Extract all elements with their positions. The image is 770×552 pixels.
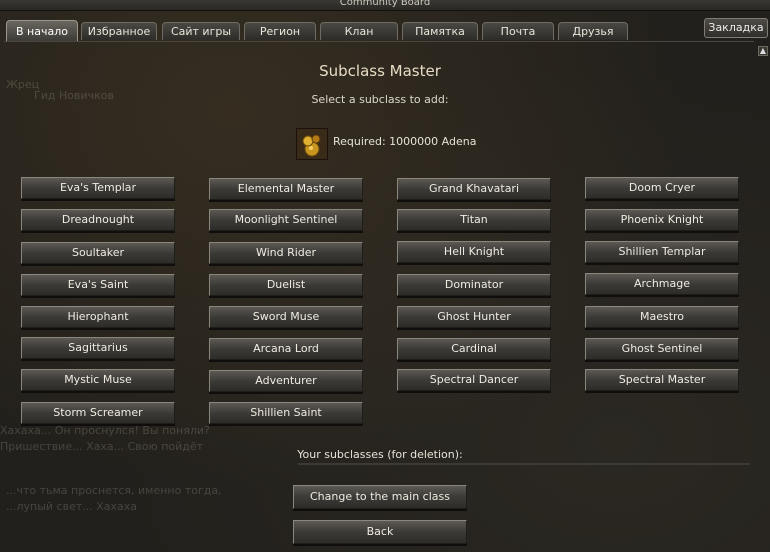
tab-region[interactable]: Регион — [244, 22, 316, 40]
subclass-button[interactable]: Shillien Saint — [209, 402, 363, 424]
title-bar[interactable]: Community Board — [0, 0, 770, 11]
tab-game-site[interactable]: Сайт игры — [162, 22, 240, 40]
subclass-button[interactable]: Adventurer — [209, 370, 363, 392]
subclass-button[interactable]: Phoenix Knight — [585, 209, 739, 231]
subclass-button[interactable]: Mystic Muse — [21, 369, 175, 391]
subclass-button[interactable]: Archmage — [585, 273, 739, 295]
tab-clan[interactable]: Клан — [320, 22, 398, 40]
tab-favorites[interactable]: Избранное — [81, 22, 157, 40]
tab-bar: В начало Избранное Сайт игры Регион Клан… — [0, 18, 770, 42]
subclass-button[interactable]: Arcana Lord — [209, 338, 363, 360]
subclass-button[interactable]: Grand Khavatari — [397, 178, 551, 200]
tab-memo[interactable]: Памятка — [402, 22, 478, 40]
subclass-button[interactable]: Maestro — [585, 306, 739, 328]
page-subtitle: Select a subclass to add: — [311, 93, 449, 106]
subclass-button[interactable]: Spectral Dancer — [397, 369, 551, 391]
main-class-button[interactable]: Change to the main class — [293, 485, 467, 509]
deletion-list — [298, 463, 750, 465]
background-text: Хахаха... Он проснулся! Вы поняли? — [0, 424, 210, 437]
subclass-button[interactable]: Sword Muse — [209, 306, 363, 328]
page-title: Subclass Master — [319, 62, 441, 80]
subclass-button[interactable]: Sagittarius — [21, 337, 175, 359]
deletion-label: Your subclasses (for deletion): — [297, 448, 463, 461]
subclass-button[interactable]: Wind Rider — [209, 242, 363, 264]
subclass-button[interactable]: Ghost Sentinel — [585, 338, 739, 360]
background-text: ...что тьма проснется, именно тогда, — [6, 484, 222, 497]
subclass-button[interactable]: Shillien Templar — [585, 241, 739, 263]
adena-icon — [296, 128, 328, 160]
tab-friends[interactable]: Друзья — [558, 22, 628, 40]
subclass-button[interactable]: Hierophant — [21, 306, 175, 328]
window-title: Community Board — [339, 0, 431, 8]
subclass-button[interactable]: Dreadnought — [21, 209, 175, 231]
subclass-button[interactable]: Cardinal — [397, 338, 551, 360]
scroll-up-icon[interactable]: ▲ — [758, 46, 768, 56]
back-button[interactable]: Back — [293, 520, 467, 544]
subclass-button[interactable]: Moonlight Sentinel — [209, 209, 363, 231]
subclass-button[interactable]: Titan — [397, 209, 551, 231]
subclass-button[interactable]: Soultaker — [21, 242, 175, 264]
background-text: ...лупый свет... Хахаха — [6, 500, 138, 513]
subclass-button[interactable]: Ghost Hunter — [397, 306, 551, 328]
subclass-button[interactable]: Eva's Templar — [21, 177, 175, 199]
bookmark-button[interactable]: Закладка — [704, 18, 768, 38]
subclass-button[interactable]: Eva's Saint — [21, 274, 175, 296]
subclass-button[interactable]: Dominator — [397, 274, 551, 296]
subclass-button[interactable]: Storm Screamer — [21, 402, 175, 424]
content-divider — [4, 41, 754, 42]
tab-home[interactable]: В начало — [6, 20, 78, 42]
tab-mail[interactable]: Почта — [482, 22, 554, 40]
subclass-button[interactable]: Hell Knight — [397, 241, 551, 263]
subclass-button[interactable]: Elemental Master — [209, 178, 363, 200]
community-board-window: Community Board В начало Избранное Сайт … — [0, 0, 770, 552]
subclass-button[interactable]: Spectral Master — [585, 369, 739, 391]
subclass-button[interactable]: Doom Cryer — [585, 177, 739, 199]
subclass-button[interactable]: Duelist — [209, 274, 363, 296]
cost-requirement: Required: 1000000 Adena — [333, 135, 477, 148]
